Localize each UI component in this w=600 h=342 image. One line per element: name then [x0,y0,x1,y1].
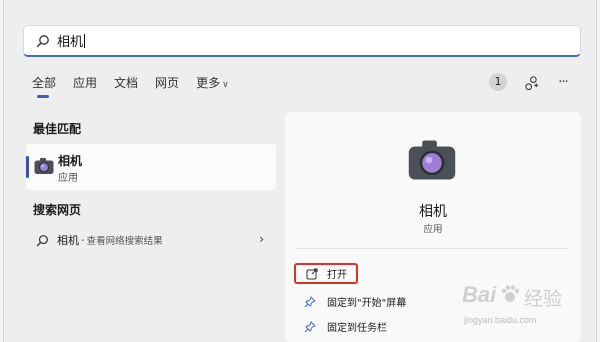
baidu-watermark: Bai 经验 jingyan.baidu.com [462,282,563,325]
open-icon [305,267,319,281]
divider [295,248,569,249]
detail-title: 相机 [419,204,447,220]
open-button[interactable]: 打开 [294,263,358,284]
pin-icon [303,320,317,334]
web-search-title: 相机 [57,234,79,247]
search-input[interactable]: 相机 [57,31,86,50]
tab-apps[interactable]: 应用 [73,76,97,98]
tab-documents[interactable]: 文档 [114,76,138,98]
search-icon [36,34,49,47]
web-search-heading: 搜索网页 [33,203,82,217]
points-badge[interactable]: 1 [489,73,507,91]
paw-logo-icon [501,285,520,302]
pin-to-taskbar-button[interactable]: 固定到任务栏 [303,319,387,334]
pin-to-start-label: 固定到"开始"屏幕 [327,298,407,309]
filter-tabs: 全部 应用 文档 网页 更多 ∨ [32,76,246,98]
web-search-separator: - [81,234,85,246]
text-caret [84,34,86,48]
search-box[interactable]: 相机 [23,25,581,57]
selection-indicator [26,156,29,178]
web-search-item[interactable]: 相机 - 查看网络搜索结果 › [36,232,268,248]
best-match-subtitle: 应用 [58,173,78,184]
tab-all[interactable]: 全部 [32,76,56,98]
more-options-icon[interactable]: ··· [555,74,571,90]
toolbar: 1 ··· [489,73,571,91]
camera-app-large-icon [408,140,456,180]
tab-more[interactable]: 更多 ∨ [196,76,229,98]
pin-to-taskbar-label: 固定到任务栏 [327,323,387,334]
pin-to-start-button[interactable]: 固定到"开始"屏幕 [303,294,406,309]
account-switch-icon[interactable] [523,74,539,90]
best-match-title: 相机 [58,154,83,168]
camera-app-icon [34,158,54,174]
search-icon [36,234,48,246]
web-search-subtitle: 查看网络搜索结果 [86,236,163,247]
tab-web[interactable]: 网页 [155,76,179,98]
pin-icon [303,295,317,309]
best-match-heading: 最佳匹配 [33,122,82,136]
open-label: 打开 [327,270,347,281]
detail-subtitle: 应用 [423,224,443,235]
chevron-down-icon: ∨ [222,80,229,90]
best-match-item[interactable]: 相机 应用 [26,144,276,190]
chevron-right-icon[interactable]: › [259,232,264,246]
